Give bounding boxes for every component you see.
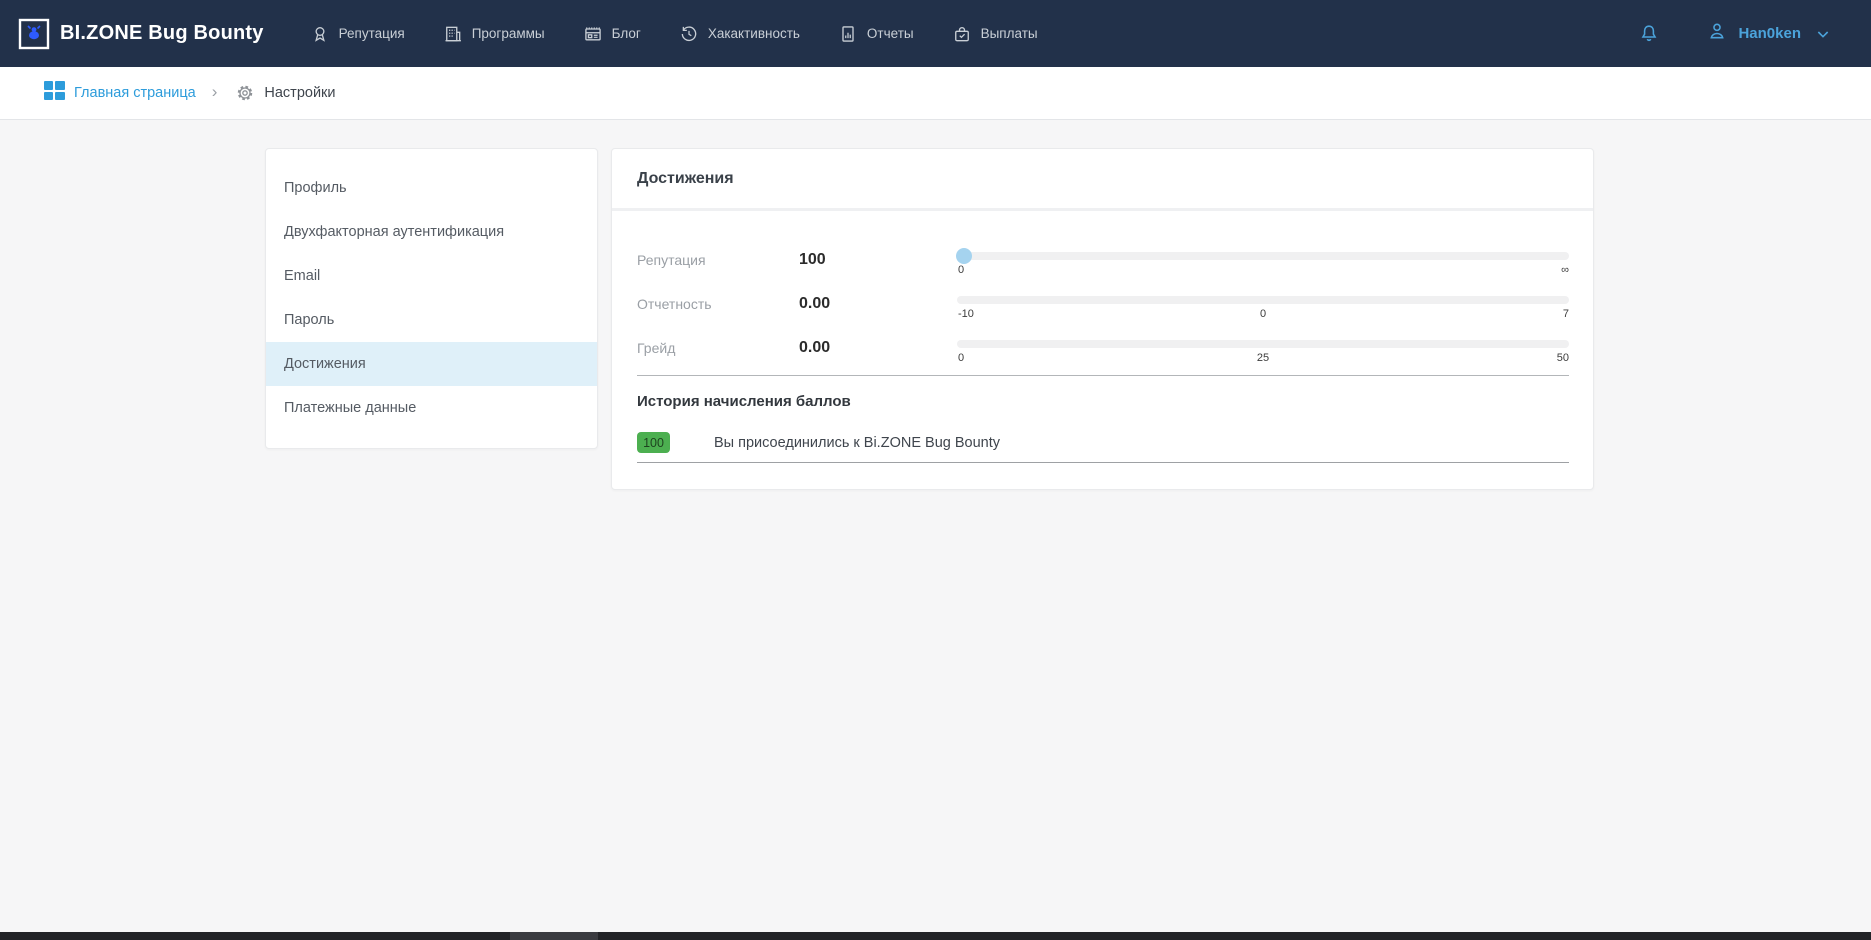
sidebar-item-achievements[interactable]: Достижения bbox=[266, 342, 597, 386]
notifications-bell-icon[interactable] bbox=[1638, 23, 1660, 45]
nav-item-label: Хакактивность bbox=[708, 26, 800, 41]
slider-min-label: 0 bbox=[958, 264, 964, 276]
metric-value: 0.00 bbox=[799, 295, 957, 313]
grade-slider[interactable]: 0 25 50 bbox=[957, 340, 1569, 366]
panel-title: Достижения bbox=[637, 170, 734, 188]
panel-header: Достижения bbox=[612, 149, 1593, 211]
nav-item-reports[interactable]: Отчеты bbox=[838, 24, 914, 44]
report-icon bbox=[838, 24, 858, 44]
slider-max-label: 50 bbox=[1557, 352, 1569, 364]
metric-row-reputation: Репутация 100 0 ∞ bbox=[637, 238, 1569, 282]
reputation-slider[interactable]: 0 ∞ bbox=[957, 252, 1569, 278]
breadcrumb-current: Настройки bbox=[235, 83, 335, 103]
metric-row-grade: Грейд 0.00 0 25 50 bbox=[637, 326, 1569, 370]
history-entry-text: Вы присоединились к Bi.ZONE Bug Bounty bbox=[714, 435, 1000, 451]
section-divider bbox=[637, 375, 1569, 376]
points-badge: 100 bbox=[637, 432, 670, 453]
page-content: Профиль Двухфакторная аутентификация Ema… bbox=[0, 121, 1871, 932]
metric-label: Репутация bbox=[637, 252, 799, 268]
breadcrumb-home-link[interactable]: Главная страница bbox=[44, 80, 196, 106]
payout-icon bbox=[952, 24, 972, 44]
nav-item-programs[interactable]: Программы bbox=[443, 24, 545, 44]
logo[interactable]: BI.ZONE Bug Bounty bbox=[18, 18, 264, 50]
screen-bottom-edge-segment bbox=[510, 932, 598, 940]
breadcrumb-current-label: Настройки bbox=[264, 85, 335, 101]
achievements-panel: Достижения Репутация 100 0 ∞ Отчетность … bbox=[611, 148, 1594, 490]
slider-track bbox=[957, 296, 1569, 304]
sidebar-item-label: Двухфакторная аутентификация bbox=[284, 224, 504, 240]
sidebar-item-label: Достижения bbox=[284, 356, 366, 372]
metric-label: Отчетность bbox=[637, 296, 799, 312]
nav-right: Han0ken bbox=[1638, 20, 1831, 47]
nav-item-label: Отчеты bbox=[867, 26, 914, 41]
breadcrumb: Главная страница › Настройки bbox=[0, 67, 1871, 120]
sidebar-item-label: Профиль bbox=[284, 180, 347, 196]
logo-text: BI.ZONE Bug Bounty bbox=[60, 22, 264, 45]
gear-icon bbox=[235, 83, 255, 103]
user-icon bbox=[1706, 20, 1728, 47]
logo-bug-icon bbox=[18, 18, 50, 50]
slider-min-label: -10 bbox=[958, 308, 974, 320]
nav-item-hackactivity[interactable]: Хакактивность bbox=[679, 24, 800, 44]
sidebar-item-email[interactable]: Email bbox=[266, 254, 597, 298]
user-name: Han0ken bbox=[1738, 25, 1801, 42]
slider-max-label: 7 bbox=[1563, 308, 1569, 320]
sidebar-item-password[interactable]: Пароль bbox=[266, 298, 597, 342]
slider-min-label: 0 bbox=[958, 352, 964, 364]
slider-mid-label: 0 bbox=[1260, 308, 1266, 320]
slider-max-label: ∞ bbox=[1561, 264, 1569, 276]
sidebar-item-label: Пароль bbox=[284, 312, 334, 328]
sidebar-item-2fa[interactable]: Двухфакторная аутентификация bbox=[266, 210, 597, 254]
blog-icon bbox=[583, 24, 603, 44]
nav-item-label: Выплаты bbox=[981, 26, 1038, 41]
metric-row-reporting: Отчетность 0.00 -10 0 7 bbox=[637, 282, 1569, 326]
dashboard-grid-icon bbox=[44, 80, 65, 106]
nav-item-label: Репутация bbox=[339, 26, 405, 41]
main-nav: Репутация Программы bbox=[310, 24, 1038, 44]
nav-item-reputation[interactable]: Репутация bbox=[310, 24, 405, 44]
user-menu[interactable]: Han0ken bbox=[1706, 20, 1831, 47]
panel-body: Репутация 100 0 ∞ Отчетность 0.00 -10 0 bbox=[612, 211, 1593, 489]
slider-handle[interactable] bbox=[956, 248, 972, 264]
medal-icon bbox=[310, 24, 330, 44]
metric-label: Грейд bbox=[637, 340, 799, 356]
screen-bottom-edge bbox=[0, 932, 1871, 940]
nav-item-blog[interactable]: Блог bbox=[583, 24, 641, 44]
building-icon bbox=[443, 24, 463, 44]
slider-track bbox=[957, 252, 1569, 260]
metric-value: 0.00 bbox=[799, 339, 957, 357]
metric-value: 100 bbox=[799, 251, 957, 269]
breadcrumb-separator: › bbox=[206, 82, 226, 104]
history-entry: 100 Вы присоединились к Bi.ZONE Bug Boun… bbox=[637, 432, 1569, 463]
settings-sidebar: Профиль Двухфакторная аутентификация Ema… bbox=[265, 148, 598, 449]
sidebar-item-label: Email bbox=[284, 268, 320, 284]
slider-track bbox=[957, 340, 1569, 348]
reporting-slider[interactable]: -10 0 7 bbox=[957, 296, 1569, 322]
top-navbar: BI.ZONE Bug Bounty Репутация bbox=[0, 0, 1871, 67]
chevron-down-icon bbox=[1815, 26, 1831, 42]
sidebar-item-label: Платежные данные bbox=[284, 400, 416, 416]
history-title: История начисления баллов bbox=[637, 393, 1569, 410]
slider-mid-label: 25 bbox=[1257, 352, 1269, 364]
breadcrumb-home-label: Главная страница bbox=[74, 85, 196, 101]
nav-item-label: Блог bbox=[612, 26, 641, 41]
sidebar-item-profile[interactable]: Профиль bbox=[266, 166, 597, 210]
sidebar-item-payment-data[interactable]: Платежные данные bbox=[266, 386, 597, 430]
history-icon bbox=[679, 24, 699, 44]
nav-item-payouts[interactable]: Выплаты bbox=[952, 24, 1038, 44]
nav-item-label: Программы bbox=[472, 26, 545, 41]
